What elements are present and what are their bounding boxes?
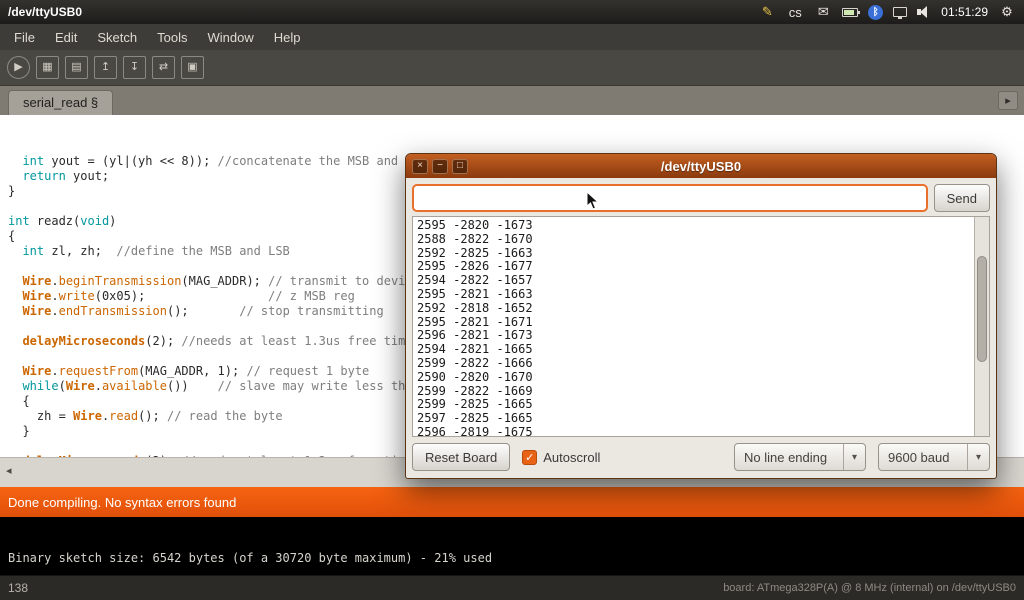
clock[interactable]: 01:51:29 bbox=[941, 5, 988, 19]
build-console: Binary sketch size: 6542 bytes (of a 307… bbox=[0, 517, 1024, 575]
scroll-left-icon[interactable]: ◂ bbox=[6, 464, 12, 477]
board-info: board: ATmega328P(A) @ 8 MHz (internal) … bbox=[723, 582, 1016, 594]
upload-button[interactable]: ▦ bbox=[36, 56, 59, 79]
notes-icon[interactable]: ✎ bbox=[758, 3, 776, 21]
serial-line: 2596 -2819 -1675 bbox=[417, 426, 970, 437]
serial-line: 2596 -2821 -1673 bbox=[417, 329, 970, 343]
serial-line: 2599 -2825 -1665 bbox=[417, 398, 970, 412]
scrollbar-thumb[interactable] bbox=[977, 256, 987, 361]
menu-item-sketch[interactable]: Sketch bbox=[87, 26, 147, 49]
copy-button[interactable]: ⇄ bbox=[152, 56, 175, 79]
close-icon[interactable]: × bbox=[412, 159, 428, 174]
serial-line: 2592 -2825 -1663 bbox=[417, 247, 970, 261]
session-gear-icon[interactable]: ⚙ bbox=[998, 3, 1016, 21]
autoscroll-label: Autoscroll bbox=[543, 450, 600, 465]
serial-output: 2595 -2820 -16732588 -2822 -16702592 -28… bbox=[413, 217, 974, 436]
chevron-down-icon: ▾ bbox=[967, 444, 989, 470]
open-button[interactable]: ↥ bbox=[94, 56, 117, 79]
serial-line: 2590 -2820 -1670 bbox=[417, 371, 970, 385]
send-button[interactable]: Send bbox=[934, 184, 990, 212]
window-controls: × − □ bbox=[412, 159, 468, 174]
line-ending-value: No line ending bbox=[735, 444, 843, 470]
keyboard-layout-indicator[interactable]: cs bbox=[786, 3, 804, 21]
menubar: FileEditSketchToolsWindowHelp bbox=[0, 24, 1024, 50]
serial-send-input[interactable] bbox=[412, 184, 928, 212]
menu-item-file[interactable]: File bbox=[4, 26, 45, 49]
chevron-down-icon: ▾ bbox=[843, 444, 865, 470]
serial-line: 2597 -2825 -1665 bbox=[417, 412, 970, 426]
tab-serial-read[interactable]: serial_read § bbox=[8, 90, 113, 115]
console-text: Binary sketch size: 6542 bytes (of a 307… bbox=[8, 551, 492, 565]
serial-output-area[interactable]: 2595 -2820 -16732588 -2822 -16702592 -28… bbox=[412, 216, 990, 437]
cursor-line-number: 138 bbox=[8, 581, 28, 595]
autoscroll-checkbox[interactable]: ✓ bbox=[522, 450, 537, 465]
footer-status-bar: 138 board: ATmega328P(A) @ 8 MHz (intern… bbox=[0, 575, 1024, 600]
tab-bar: serial_read § ▸ bbox=[0, 86, 1024, 115]
compile-status-bar: Done compiling. No syntax errors found bbox=[0, 487, 1024, 517]
serial-line: 2599 -2822 -1666 bbox=[417, 357, 970, 371]
mail-icon[interactable]: ✉ bbox=[814, 3, 832, 21]
serial-monitor-controls: Reset Board ✓ Autoscroll No line ending … bbox=[412, 442, 990, 472]
panel-window-title: /dev/ttyUSB0 bbox=[8, 5, 82, 19]
menu-item-window[interactable]: Window bbox=[197, 26, 263, 49]
menu-item-edit[interactable]: Edit bbox=[45, 26, 87, 49]
serial-line: 2599 -2822 -1669 bbox=[417, 385, 970, 399]
serial-monitor-window: /dev/ttyUSB0 × − □ Send 2595 -2820 -1673… bbox=[405, 153, 997, 479]
serial-line: 2588 -2822 -1670 bbox=[417, 233, 970, 247]
menu-item-tools[interactable]: Tools bbox=[147, 26, 197, 49]
new-sketch-button[interactable]: ▤ bbox=[65, 56, 88, 79]
network-icon[interactable] bbox=[893, 7, 907, 17]
verify-button[interactable]: ▶ bbox=[7, 56, 30, 79]
line-ending-dropdown[interactable]: No line ending ▾ bbox=[734, 443, 866, 471]
battery-icon[interactable] bbox=[842, 8, 858, 17]
serial-line: 2595 -2820 -1673 bbox=[417, 219, 970, 233]
serial-line: 2594 -2822 -1657 bbox=[417, 274, 970, 288]
bluetooth-icon[interactable]: ᛒ bbox=[868, 5, 883, 20]
maximize-icon[interactable]: □ bbox=[452, 159, 468, 174]
serial-output-scrollbar[interactable] bbox=[974, 217, 989, 436]
toolbar: ▶ ▦ ▤ ↥ ↧ ⇄ ▣ bbox=[0, 50, 1024, 86]
serial-monitor-button[interactable]: ▣ bbox=[181, 56, 204, 79]
serial-line: 2595 -2826 -1677 bbox=[417, 260, 970, 274]
serial-line: 2595 -2821 -1671 bbox=[417, 316, 970, 330]
baud-rate-dropdown[interactable]: 9600 baud ▾ bbox=[878, 443, 990, 471]
serial-line: 2592 -2818 -1652 bbox=[417, 302, 970, 316]
serial-monitor-title: /dev/ttyUSB0 bbox=[406, 159, 996, 174]
baud-rate-value: 9600 baud bbox=[879, 444, 967, 470]
serial-monitor-titlebar[interactable]: /dev/ttyUSB0 × − □ bbox=[406, 154, 996, 178]
system-tray: ✎ cs ✉ ᛒ 01:51:29 ⚙ bbox=[758, 3, 1016, 21]
toolbar-buttons: ▶ ▦ ▤ ↥ ↧ ⇄ ▣ bbox=[7, 56, 204, 79]
menu-item-help[interactable]: Help bbox=[264, 26, 311, 49]
menubar-items: FileEditSketchToolsWindowHelp bbox=[4, 26, 310, 49]
volume-icon[interactable] bbox=[917, 6, 931, 18]
serial-line: 2595 -2821 -1663 bbox=[417, 288, 970, 302]
serial-line: 2594 -2821 -1665 bbox=[417, 343, 970, 357]
top-panel: /dev/ttyUSB0 ✎ cs ✉ ᛒ 01:51:29 ⚙ bbox=[0, 0, 1024, 24]
tab-menu-icon[interactable]: ▸ bbox=[998, 91, 1018, 110]
status-message: Done compiling. No syntax errors found bbox=[8, 495, 236, 510]
save-button[interactable]: ↧ bbox=[123, 56, 146, 79]
minimize-icon[interactable]: − bbox=[432, 159, 448, 174]
serial-monitor-body: Send 2595 -2820 -16732588 -2822 -1670259… bbox=[406, 178, 996, 478]
reset-board-button[interactable]: Reset Board bbox=[412, 443, 510, 471]
